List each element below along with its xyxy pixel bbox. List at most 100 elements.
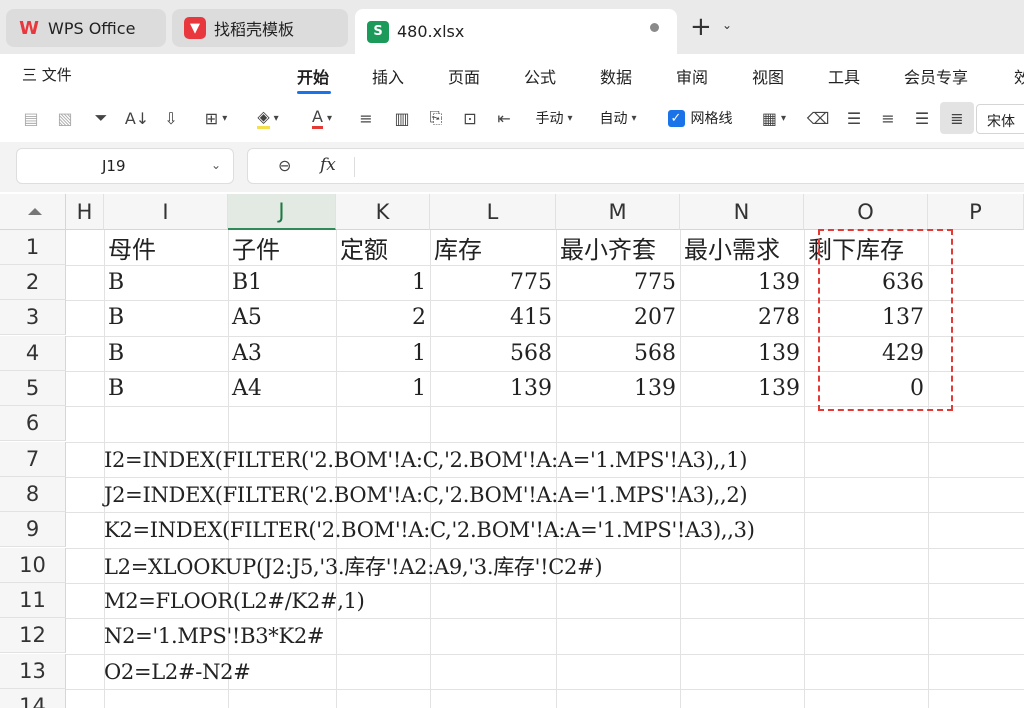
- formula-text-cell[interactable]: M2=FLOOR(L2#/K2#,1): [104, 583, 365, 618]
- row-header[interactable]: 5: [0, 371, 66, 407]
- paste-values-icon[interactable]: ▤: [20, 106, 42, 130]
- table-cell[interactable]: 139: [556, 371, 680, 406]
- filter-icon[interactable]: ⏷: [90, 106, 112, 130]
- font-family-select[interactable]: 宋体: [976, 104, 1024, 134]
- cell-l1[interactable]: 库存: [430, 230, 556, 265]
- table-cell[interactable]: A3: [228, 336, 336, 371]
- clear-format-icon[interactable]: ⌫: [806, 106, 830, 130]
- name-box[interactable]: J19 ⌄: [16, 148, 234, 184]
- sort-descending-icon[interactable]: ⇩: [158, 106, 184, 130]
- column-header-k[interactable]: K: [336, 194, 430, 230]
- table-cell[interactable]: B: [104, 300, 228, 335]
- menu-data[interactable]: 数据: [600, 64, 632, 88]
- table-style-icon[interactable]: ▦ ▾: [754, 106, 794, 130]
- row-header[interactable]: 7: [0, 442, 66, 478]
- formula-text-cell[interactable]: J2=INDEX(FILTER('2.BOM'!A:C,'2.BOM'!A:A=…: [104, 477, 748, 512]
- table-cell[interactable]: 139: [680, 371, 804, 406]
- table-cell[interactable]: 775: [556, 265, 680, 300]
- table-cell[interactable]: 1: [336, 265, 430, 300]
- table-cell[interactable]: 2: [336, 300, 430, 335]
- table-cell[interactable]: A5: [228, 300, 336, 335]
- table-cell[interactable]: 207: [556, 300, 680, 335]
- row-header[interactable]: 1: [0, 230, 66, 266]
- justify-icon[interactable]: ≣: [940, 102, 974, 134]
- cell-n1[interactable]: 最小需求: [680, 230, 804, 265]
- cell-k1[interactable]: 定额: [336, 230, 430, 265]
- row-header[interactable]: 13: [0, 654, 66, 690]
- menu-efficiency[interactable]: 效: [1014, 64, 1024, 88]
- cell-m1[interactable]: 最小齐套: [556, 230, 680, 265]
- row-header[interactable]: 12: [0, 618, 66, 654]
- calc-manual-button[interactable]: 手动 ▾: [528, 106, 580, 130]
- wrap-text-icon[interactable]: ≡: [354, 106, 378, 130]
- formula-input[interactable]: ⊖ fx: [247, 148, 1024, 184]
- merge-cells-icon[interactable]: ▥: [390, 106, 414, 130]
- align-left-icon[interactable]: ☰: [842, 106, 866, 130]
- menu-home[interactable]: 开始: [297, 64, 329, 88]
- table-cell[interactable]: B: [104, 371, 228, 406]
- menu-review[interactable]: 审阅: [676, 64, 708, 88]
- column-header-h[interactable]: H: [66, 194, 104, 230]
- borders-icon[interactable]: ⊞ ▾: [196, 106, 236, 130]
- chevron-down-icon[interactable]: ⌄: [211, 158, 221, 172]
- function-fx-icon[interactable]: fx: [320, 155, 336, 175]
- fit-column-icon[interactable]: ⇤: [492, 106, 516, 130]
- table-cell[interactable]: 775: [430, 265, 556, 300]
- table-cell[interactable]: B1: [228, 265, 336, 300]
- checkbox-checked-icon[interactable]: ✓: [667, 109, 685, 127]
- column-header-n[interactable]: N: [680, 194, 804, 230]
- align-center-icon[interactable]: ≡: [876, 106, 900, 130]
- menu-view[interactable]: 视图: [752, 64, 784, 88]
- table-cell[interactable]: 568: [430, 336, 556, 371]
- formula-text-cell[interactable]: I2=INDEX(FILTER('2.BOM'!A:C,'2.BOM'!A:A=…: [104, 442, 748, 477]
- tab-active-file[interactable]: S 480.xlsx: [355, 9, 677, 54]
- gridlines-toggle[interactable]: ✓ 网格线: [662, 106, 738, 130]
- freeze-panes-icon[interactable]: ⊡: [458, 106, 482, 130]
- formula-text-cell[interactable]: N2='1.MPS'!B3*K2#: [104, 618, 325, 653]
- column-header-i[interactable]: I: [104, 194, 228, 230]
- table-cell[interactable]: 568: [556, 336, 680, 371]
- row-header[interactable]: 14: [0, 689, 66, 708]
- table-cell[interactable]: 1: [336, 371, 430, 406]
- select-all-corner[interactable]: [0, 194, 66, 230]
- unsaved-dot-icon[interactable]: [650, 23, 659, 32]
- table-cell[interactable]: 415: [430, 300, 556, 335]
- sort-ascending-icon[interactable]: A↓: [124, 106, 150, 130]
- column-header-o[interactable]: O: [804, 194, 928, 230]
- row-header[interactable]: 3: [0, 300, 66, 336]
- chevron-down-icon[interactable]: ⌄: [722, 18, 732, 32]
- table-cell[interactable]: 1: [336, 336, 430, 371]
- table-cell[interactable]: 139: [680, 336, 804, 371]
- zoom-search-icon[interactable]: ⊖: [278, 156, 291, 175]
- cell-j1[interactable]: 子件: [228, 230, 336, 265]
- convert-icon[interactable]: ⎘: [424, 106, 448, 130]
- table-cell[interactable]: 278: [680, 300, 804, 335]
- column-header-m[interactable]: M: [556, 194, 680, 230]
- tab-daoke-templates[interactable]: ▼ 找稻壳模板: [172, 9, 348, 47]
- column-header-j[interactable]: J: [228, 194, 336, 230]
- new-tab-plus-icon[interactable]: +: [690, 14, 712, 40]
- table-cell[interactable]: B: [104, 265, 228, 300]
- calc-auto-button[interactable]: 自动 ▾: [592, 106, 644, 130]
- row-header[interactable]: 9: [0, 512, 66, 548]
- table-cell[interactable]: 139: [430, 371, 556, 406]
- table-cell[interactable]: 139: [680, 265, 804, 300]
- paste-format-icon[interactable]: ▧: [54, 106, 76, 130]
- row-header[interactable]: 6: [0, 406, 66, 442]
- column-header-p[interactable]: P: [928, 194, 1024, 230]
- spreadsheet-grid[interactable]: H I J K L M N O P 1 2 3 4 5 6 7 8 9 10 1…: [0, 194, 1024, 708]
- font-color-icon[interactable]: A ▾: [302, 106, 342, 130]
- column-header-l[interactable]: L: [430, 194, 556, 230]
- row-header[interactable]: 2: [0, 265, 66, 301]
- formula-text-cell[interactable]: K2=INDEX(FILTER('2.BOM'!A:C,'2.BOM'!A:A=…: [104, 512, 755, 547]
- align-right-icon[interactable]: ☰: [910, 106, 934, 130]
- menu-member[interactable]: 会员专享: [904, 64, 968, 88]
- formula-text-cell[interactable]: O2=L2#-N2#: [104, 654, 251, 689]
- table-cell[interactable]: B: [104, 336, 228, 371]
- row-header[interactable]: 10: [0, 548, 66, 584]
- table-cell[interactable]: A4: [228, 371, 336, 406]
- file-menu-button[interactable]: 三 文件: [22, 64, 72, 85]
- menu-insert[interactable]: 插入: [372, 64, 404, 88]
- row-header[interactable]: 8: [0, 477, 66, 513]
- row-header[interactable]: 11: [0, 583, 66, 619]
